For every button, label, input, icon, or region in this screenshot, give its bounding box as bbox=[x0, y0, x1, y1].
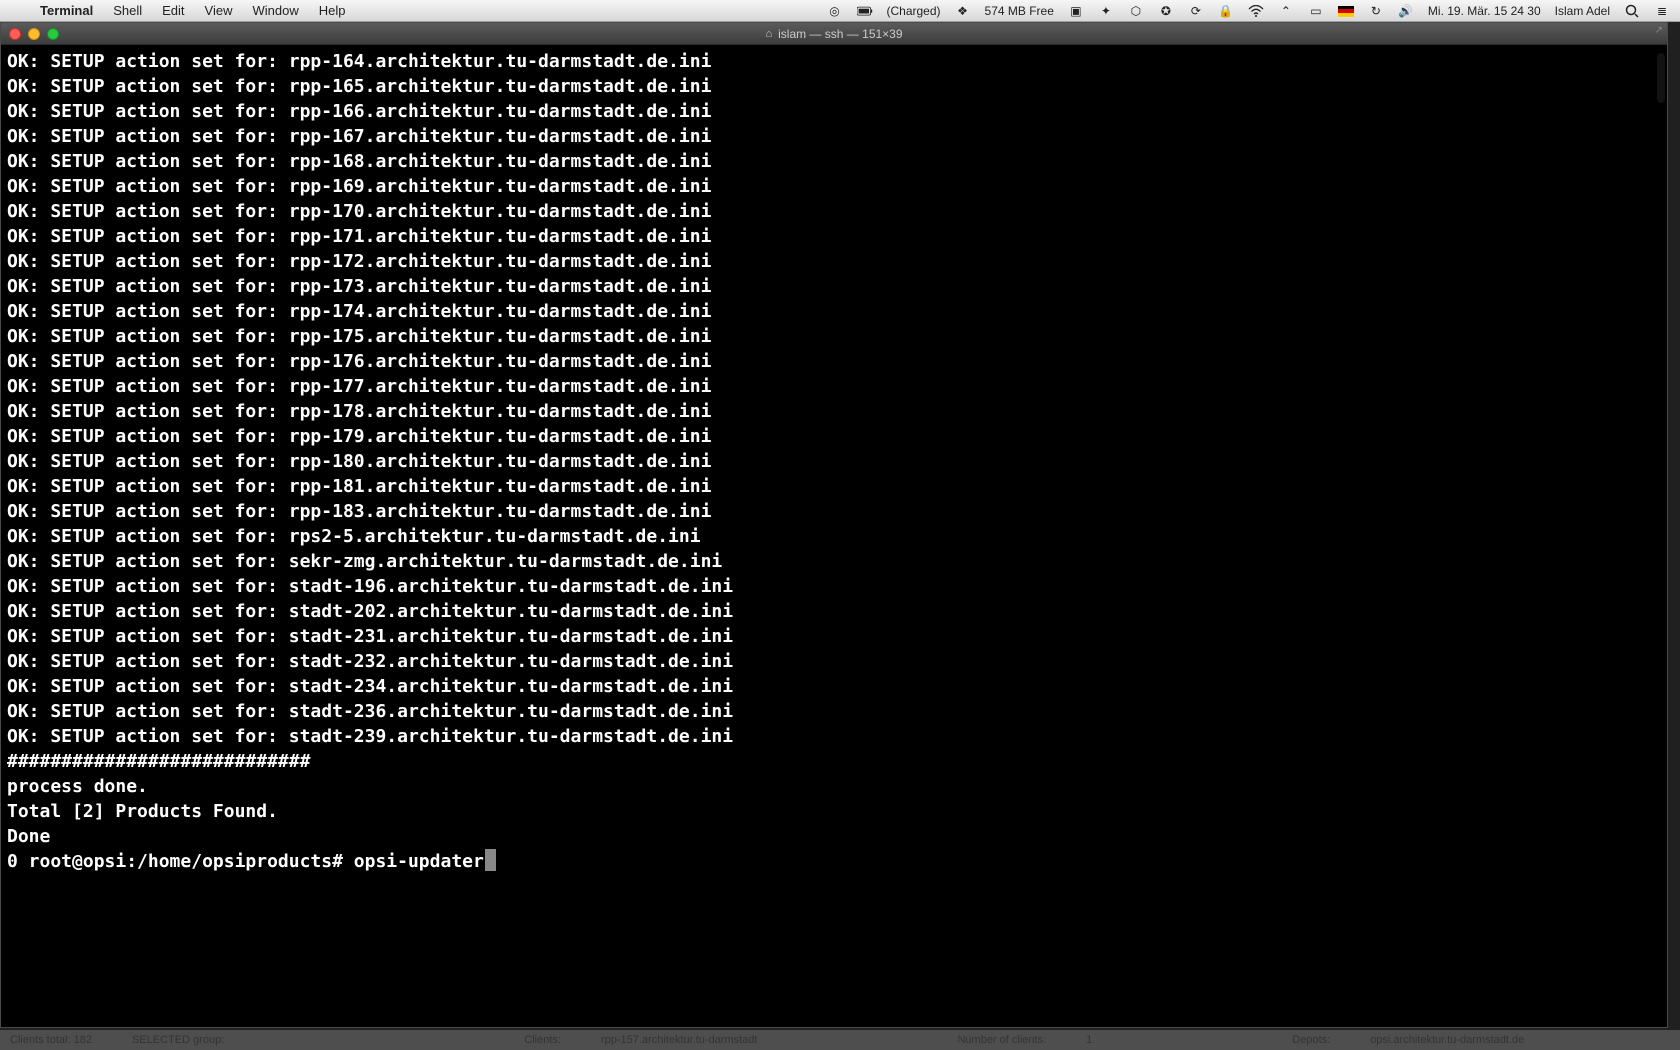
terminal-line: OK: SETUP action set for: stadt-234.arch… bbox=[7, 674, 1661, 699]
terminal-line: OK: SETUP action set for: rpp-176.archit… bbox=[7, 349, 1661, 374]
camera-icon[interactable]: ▣ bbox=[1068, 3, 1084, 19]
terminal-line: OK: SETUP action set for: stadt-231.arch… bbox=[7, 624, 1661, 649]
window-zoom-button[interactable] bbox=[47, 28, 59, 40]
terminal-titlebar[interactable]: ⌂ islam — ssh — 151×39 ↗ bbox=[1, 23, 1667, 45]
home-icon: ⌂ bbox=[765, 28, 772, 40]
terminal-line: OK: SETUP action set for: rpp-183.archit… bbox=[7, 499, 1661, 524]
terminal-line: OK: SETUP action set for: rpp-175.archit… bbox=[7, 324, 1661, 349]
depots-value: opsi.architektur.tu-darmstadt.de bbox=[1370, 1034, 1524, 1046]
menu-shell[interactable]: Shell bbox=[103, 3, 152, 18]
terminal-line: OK: SETUP action set for: rpp-171.archit… bbox=[7, 224, 1661, 249]
menu-edit[interactable]: Edit bbox=[152, 3, 194, 18]
terminal-line: OK: SETUP action set for: rpp-180.archit… bbox=[7, 449, 1661, 474]
terminal-line: Total [2] Products Found. bbox=[7, 799, 1661, 824]
terminal-output[interactable]: OK: SETUP action set for: rpp-164.archit… bbox=[1, 45, 1667, 1027]
terminal-line: OK: SETUP action set for: rpp-166.archit… bbox=[7, 99, 1661, 124]
battery-text: (Charged) bbox=[887, 4, 941, 18]
terminal-line: OK: SETUP action set for: rpp-165.archit… bbox=[7, 74, 1661, 99]
terminal-line: OK: SETUP action set for: rpp-167.archit… bbox=[7, 124, 1661, 149]
num-clients-value: 1 bbox=[1086, 1034, 1092, 1046]
terminal-line: OK: SETUP action set for: rpp-179.archit… bbox=[7, 424, 1661, 449]
fullscreen-icon[interactable]: ↗ bbox=[1655, 25, 1663, 36]
background-statusbar: Clients total: 182 SELECTED group: Clien… bbox=[0, 1030, 1680, 1050]
terminal-line: OK: SETUP action set for: stadt-236.arch… bbox=[7, 699, 1661, 724]
terminal-line: process done. bbox=[7, 774, 1661, 799]
terminal-line: OK: SETUP action set for: rpp-177.archit… bbox=[7, 374, 1661, 399]
terminal-title-text: islam — ssh — 151×39 bbox=[778, 27, 902, 41]
clients-label: Clients: bbox=[524, 1034, 561, 1046]
memory-icon[interactable]: ❖ bbox=[955, 3, 971, 19]
clients-value: rpp-157.architektur.tu-darmstadt bbox=[601, 1034, 758, 1046]
terminal-line: OK: SETUP action set for: stadt-232.arch… bbox=[7, 649, 1661, 674]
selected-group-label: SELECTED group: bbox=[132, 1034, 224, 1046]
keychain-icon[interactable]: ✦ bbox=[1098, 3, 1114, 19]
input-language-flag-icon[interactable] bbox=[1338, 6, 1354, 17]
terminal-line: Done bbox=[7, 824, 1661, 849]
timemachine-icon[interactable]: ↻ bbox=[1368, 3, 1384, 19]
terminal-line: ############################ bbox=[7, 749, 1661, 774]
dropbox-icon[interactable]: ⬡ bbox=[1128, 3, 1144, 19]
menu-window[interactable]: Window bbox=[243, 3, 309, 18]
spotlight-icon[interactable] bbox=[1624, 3, 1640, 19]
terminal-line: OK: SETUP action set for: rpp-169.archit… bbox=[7, 174, 1661, 199]
depots-label: Depots: bbox=[1292, 1034, 1330, 1046]
menu-help[interactable]: Help bbox=[309, 3, 356, 18]
terminal-line: OK: SETUP action set for: rpp-174.archit… bbox=[7, 299, 1661, 324]
terminal-line: OK: SETUP action set for: rpp-170.archit… bbox=[7, 199, 1661, 224]
terminal-line: OK: SETUP action set for: rps2-5.archite… bbox=[7, 524, 1661, 549]
terminal-prompt-line[interactable]: 0 root@opsi:/home/opsiproducts# opsi-upd… bbox=[7, 849, 1661, 874]
display-icon[interactable]: ▭ bbox=[1308, 3, 1324, 19]
terminal-line: OK: SETUP action set for: rpp-164.archit… bbox=[7, 49, 1661, 74]
terminal-line: OK: SETUP action set for: rpp-181.archit… bbox=[7, 474, 1661, 499]
app-menu[interactable]: Terminal bbox=[30, 3, 103, 18]
updates-icon[interactable]: ⟳ bbox=[1188, 3, 1204, 19]
evernote-icon[interactable]: ✪ bbox=[1158, 3, 1174, 19]
battery-icon[interactable] bbox=[857, 3, 873, 19]
scrollbar[interactable] bbox=[1657, 53, 1665, 103]
window-close-button[interactable] bbox=[9, 28, 21, 40]
clock-text[interactable]: Mi. 19. Mär. 15 24 30 bbox=[1428, 4, 1541, 18]
window-minimize-button[interactable] bbox=[28, 28, 40, 40]
prompt-prefix: 0 root@opsi:/home/opsiproducts# bbox=[7, 851, 354, 872]
terminal-line: OK: SETUP action set for: rpp-172.archit… bbox=[7, 249, 1661, 274]
terminal-window: ⌂ islam — ssh — 151×39 ↗ OK: SETUP actio… bbox=[0, 22, 1668, 1028]
terminal-line: OK: SETUP action set for: rpp-178.archit… bbox=[7, 399, 1661, 424]
memory-text: 574 MB Free bbox=[985, 4, 1054, 18]
terminal-line: OK: SETUP action set for: rpp-173.archit… bbox=[7, 274, 1661, 299]
menubar: Terminal Shell Edit View Window Help ◎ (… bbox=[0, 0, 1680, 22]
terminal-line: OK: SETUP action set for: rpp-168.archit… bbox=[7, 149, 1661, 174]
clients-total-label: Clients total: 182 bbox=[10, 1034, 92, 1046]
wifi-icon[interactable] bbox=[1248, 3, 1264, 19]
terminal-line: OK: SETUP action set for: stadt-239.arch… bbox=[7, 724, 1661, 749]
num-clients-label: Number of clients: bbox=[957, 1034, 1046, 1046]
menu-view[interactable]: View bbox=[195, 3, 243, 18]
terminal-line: OK: SETUP action set for: stadt-196.arch… bbox=[7, 574, 1661, 599]
sync-icon[interactable]: ◎ bbox=[827, 3, 843, 19]
notification-center-icon[interactable]: ≣ bbox=[1654, 3, 1670, 19]
cursor bbox=[485, 849, 496, 871]
user-menu[interactable]: Islam Adel bbox=[1555, 4, 1610, 18]
terminal-line: OK: SETUP action set for: sekr-zmg.archi… bbox=[7, 549, 1661, 574]
terminal-line: OK: SETUP action set for: stadt-202.arch… bbox=[7, 599, 1661, 624]
lock-icon[interactable]: 🔒 bbox=[1218, 3, 1234, 19]
bluetooth-icon[interactable]: ⌃ bbox=[1278, 3, 1294, 19]
volume-icon[interactable]: 🔊 bbox=[1398, 3, 1414, 19]
prompt-command: opsi-updater bbox=[354, 851, 484, 872]
